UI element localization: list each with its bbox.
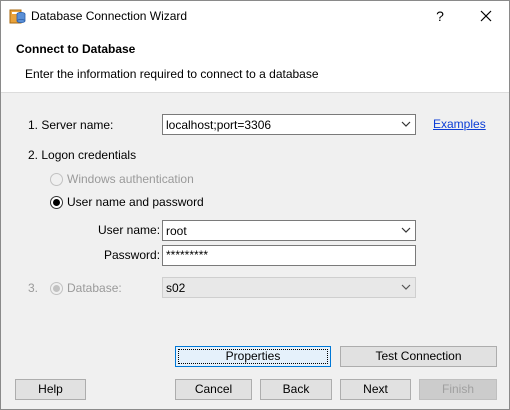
help-button[interactable]: Help — [15, 379, 86, 400]
back-button[interactable]: Back — [260, 379, 332, 400]
username-password-label: User name and password — [67, 195, 204, 209]
page-title: Connect to Database — [16, 42, 136, 56]
help-title-button[interactable]: ? — [417, 1, 463, 32]
question-mark-icon: ? — [436, 8, 444, 24]
title-bar: Database Connection Wizard ? — [1, 1, 509, 32]
chevron-down-icon[interactable] — [401, 227, 411, 234]
database-combobox[interactable]: s02 — [162, 277, 416, 298]
close-icon — [480, 10, 492, 22]
chevron-down-icon[interactable] — [401, 284, 411, 291]
server-name-value: localhost;port=3306 — [166, 118, 272, 132]
username-label: User name: — [98, 223, 161, 237]
database-value: s02 — [166, 281, 186, 295]
username-combobox[interactable]: root — [162, 220, 416, 241]
server-name-label: 1. Server name: — [28, 118, 114, 132]
close-button[interactable] — [463, 1, 509, 32]
password-label: Password: — [104, 248, 161, 262]
database-connection-wizard-window: Database Connection Wizard ? Connect to … — [0, 0, 510, 410]
username-value: root — [166, 224, 187, 238]
windows-auth-radio[interactable] — [50, 173, 63, 186]
database-radio[interactable] — [50, 282, 63, 295]
database-label: Database: — [67, 281, 122, 295]
database-wizard-icon — [9, 8, 26, 25]
server-name-combobox[interactable]: localhost;port=3306 — [162, 114, 416, 135]
next-button[interactable]: Next — [340, 379, 411, 400]
wizard-header: Connect to Database Enter the informatio… — [1, 32, 509, 93]
password-field[interactable]: ********* — [162, 245, 416, 266]
test-connection-button[interactable]: Test Connection — [340, 346, 497, 367]
logon-credentials-label: 2. Logon credentials — [28, 148, 137, 162]
properties-button[interactable]: Properties — [175, 346, 331, 367]
cancel-button[interactable]: Cancel — [175, 379, 252, 400]
page-subtitle: Enter the information required to connec… — [25, 67, 319, 81]
database-step-number: 3. — [28, 281, 39, 295]
examples-link[interactable]: Examples — [433, 117, 486, 131]
windows-auth-label: Windows authentication — [67, 172, 194, 186]
username-password-radio[interactable] — [50, 196, 63, 209]
password-value: ********* — [166, 248, 209, 262]
window-title: Database Connection Wizard — [31, 9, 188, 23]
chevron-down-icon[interactable] — [401, 121, 411, 128]
finish-button[interactable]: Finish — [419, 379, 497, 400]
